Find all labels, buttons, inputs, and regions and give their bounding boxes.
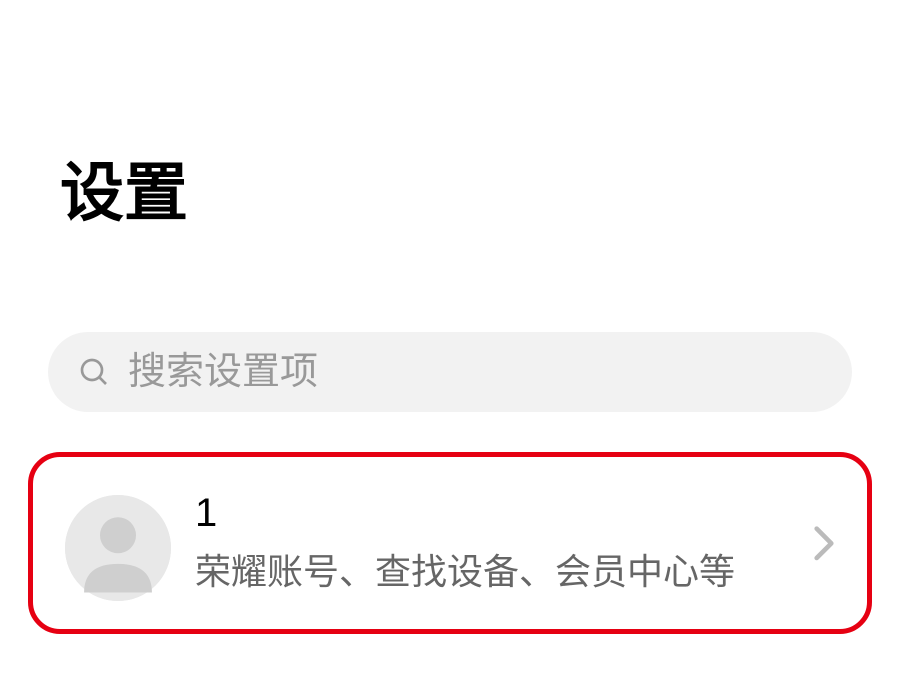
- search-icon: [78, 356, 110, 388]
- avatar: [65, 495, 171, 601]
- chevron-right-icon: [813, 525, 835, 561]
- search-placeholder: 搜索设置项: [128, 353, 318, 391]
- account-subtitle: 荣耀账号、查找设备、会员中心等: [195, 545, 789, 599]
- page-title: 设置: [0, 0, 900, 232]
- settings-page: 设置 搜索设置项 1 荣耀账号、查找设备、会员中心等: [0, 0, 900, 687]
- account-row[interactable]: 1 荣耀账号、查找设备、会员中心等: [28, 452, 872, 634]
- account-text: 1 荣耀账号、查找设备、会员中心等: [195, 487, 789, 599]
- account-title: 1: [195, 487, 789, 539]
- search-bar[interactable]: 搜索设置项: [48, 332, 852, 412]
